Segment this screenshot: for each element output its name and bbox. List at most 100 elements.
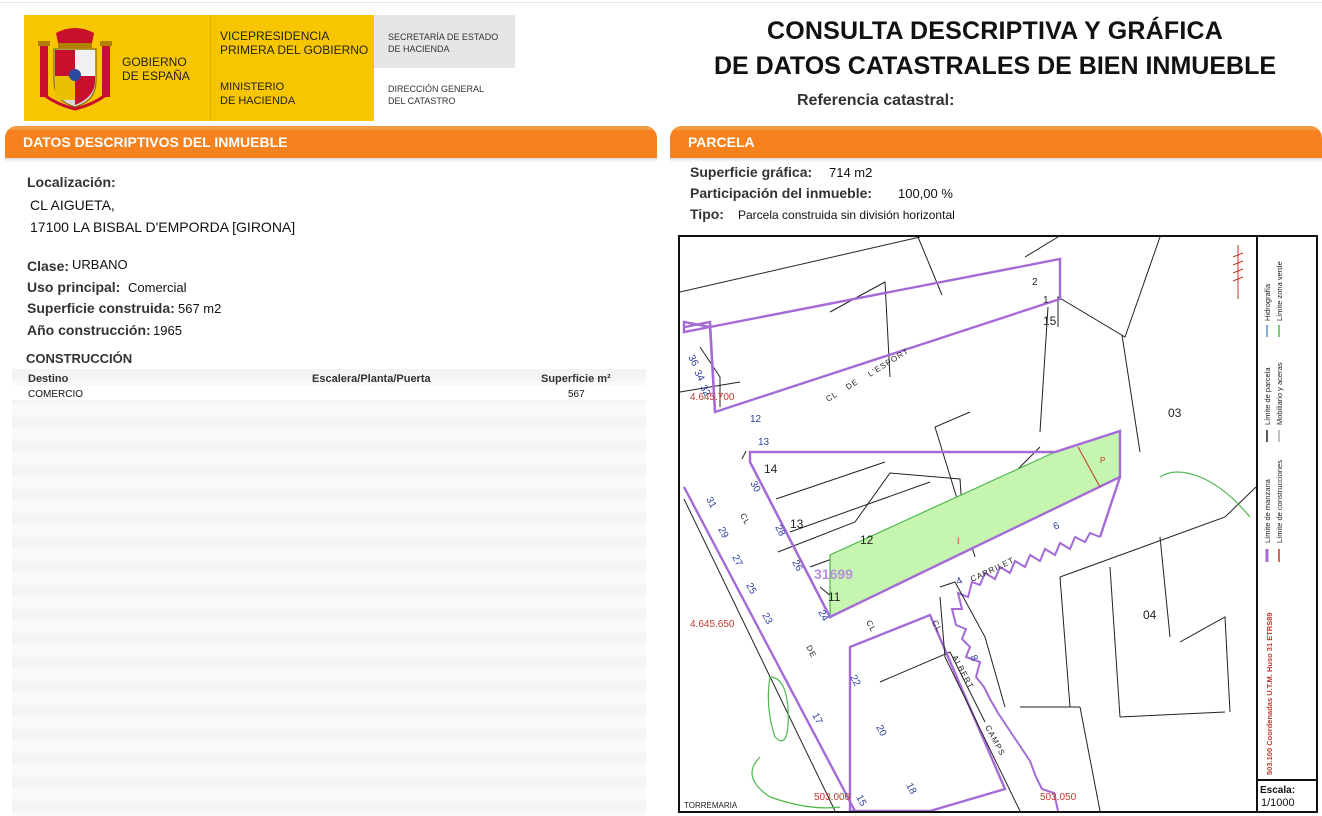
scale-value: 1/1000 [1261,797,1295,809]
street-number-29: 29 [715,525,730,540]
ministerio-text: MINISTERIO DE HACIENDA [220,81,296,107]
legend-limite-parcela: Límite de parcela [1263,367,1272,425]
street-name-cl-west: CL [738,512,752,527]
street-number-20: 20 [873,723,888,738]
map-label-04: 04 [1143,608,1157,622]
street-name-de-west: DE [804,644,818,660]
map-label-12: 12 [860,533,874,547]
map-label-03: 03 [1168,406,1182,420]
parcela-header: PARCELA [670,126,1322,158]
parcela-title: PARCELA [688,134,755,150]
street-name-cl-south: CL [864,619,878,634]
anio-construccion-value: 1965 [153,323,182,338]
participacion-value: 100,00 % [898,186,953,201]
legend-limite-zona-verde: Límite zona verde [1275,261,1284,321]
uso-label: Uso principal: [27,279,121,295]
map-coord-east-left: 503.000 [814,792,851,803]
page-title-line2: DE DATOS CATASTRALES DE BIEN INMUEBLE [713,52,1277,80]
map-label-14: 14 [764,462,778,476]
map-label-2: 2 [1032,277,1038,288]
superficie-grafica-label: Superficie gráfica: [690,164,813,180]
superficie-construida-value: 567 m2 [178,301,222,316]
construccion-table: Destino Escalera/Planta/Puerta Superfici… [12,369,646,816]
map-label-1: 1 [1043,295,1049,306]
street-number-26: 26 [789,558,804,573]
government-banner: GOBIERNO DE ESPAÑA VICEPRESIDENCIA PRIME… [24,15,374,121]
localizacion-label: Localización: [27,174,116,190]
clase-value: URBANO [72,257,128,272]
street-number-18: 18 [903,781,918,796]
legend-limite-manzana: Límite de manzana [1263,478,1272,543]
page-title-line1: CONSULTA DESCRIPTIVA Y GRÁFICA [766,17,1224,45]
anio-construccion-label: Año construcción: [27,322,151,338]
scale-label: Escala: [1260,785,1296,796]
cadastral-map-drawing: P I 15 03 04 14 13 12 11 2 1 31699 4.645… [680,237,1256,811]
coat-of-arms-icon [38,28,112,111]
street-number-12: 12 [750,414,762,425]
street-number-31: 31 [703,495,718,510]
street-name-cl: CL [824,390,839,404]
column-header-escalera: Escalera/Planta/Puerta [312,373,431,385]
table-row [12,386,646,400]
descriptivos-header-shadow [5,158,657,162]
street-number-13: 13 [758,437,770,448]
street-number-28: 28 [772,523,787,538]
street-number-4: 4 [955,575,965,588]
scale-divider [1256,779,1316,781]
map-label-11: 11 [828,590,841,604]
tipo-label: Tipo: [690,206,724,222]
legend-coords-note: 503.100 Coordenadas U.T.M. Huso 31 ETRS8… [1265,612,1274,775]
map-mark-p: P [1100,456,1105,465]
street-name-camps: CAMPS [983,724,1007,758]
participacion-label: Participación del inmueble: [690,185,873,201]
street-number-36: 36 [685,353,700,368]
referencia-catastral-label: Referencia catastral: [797,92,955,109]
construccion-title: CONSTRUCCIÓN [26,351,133,366]
secretaria-text: SECRETARÍA DE ESTADO DE HACIENDA [388,32,499,54]
descriptivos-title: DATOS DESCRIPTIVOS DEL INMUEBLE [23,134,288,150]
parcela-header-shadow [670,158,1322,162]
table-cell-superficie: 567 [568,389,585,400]
superficie-construida-label: Superficie construida: [27,300,175,316]
street-number-25: 25 [743,581,758,596]
column-header-superficie: Superficie m² [541,373,611,385]
address-line2: 17100 LA BISBAL D'EMPORDA [GIRONA] [30,219,296,235]
street-number-24: 24 [815,608,830,623]
map-legend: Límite de manzana Límite de parcela Lími… [1263,261,1284,775]
vicepresidencia-text: VICEPRESIDENCIA PRIMERA DEL GOBIERNO [220,29,369,57]
direccion-catastro-text: DIRECCIÓN GENERAL DEL CATASTRO [388,84,485,106]
map-coord-east-right: 503.050 [1040,792,1077,803]
map-coord-north-bottom: 4.645.650 [690,619,735,630]
street-number-23: 23 [759,611,774,626]
banner-divider [210,15,211,121]
superficie-grafica-value: 714 m2 [829,165,873,180]
street-name-carrilet: CARRILET [969,556,1016,584]
legend-mobiliario-aceras: Mobiliario y aceras [1275,362,1284,425]
map-label-15: 15 [1043,314,1057,328]
map-place-torremaria: TORREMARIA [684,801,738,810]
street-number-27: 27 [729,553,744,568]
cadastral-map[interactable]: P I 15 03 04 14 13 12 11 2 1 31699 4.645… [678,235,1318,813]
uso-value: Comercial [128,280,187,295]
top-divider [0,2,1322,3]
legend-hidrografia: Hidrografía [1263,283,1272,321]
column-header-destino: Destino [28,373,69,385]
gobierno-espana-text: GOBIERNO DE ESPAÑA [122,55,190,83]
map-parcel-code: 31699 [814,566,853,582]
north-arrow-icon [1232,245,1244,299]
map-mark-i: I [957,536,960,546]
street-name-de: DE [844,377,860,392]
map-coord-north-top: 4.645.700 [690,392,735,403]
street-number-15: 15 [853,793,868,808]
secretaria-box: SECRETARÍA DE ESTADO DE HACIENDA [374,15,515,68]
descriptivos-header: DATOS DESCRIPTIVOS DEL INMUEBLE [5,126,657,158]
map-label-13: 13 [790,517,804,531]
legend-limite-construcciones: Límite de construcciones [1275,460,1284,543]
table-cell-destino: COMERCIO [28,389,83,400]
street-number-17: 17 [809,711,824,726]
address-line1: CL AIGUETA, [30,197,115,213]
street-number-6: 6 [1052,520,1062,533]
tipo-value: Parcela construida sin división horizont… [738,208,955,222]
street-number-34: 34 [691,368,706,383]
clase-label: Clase: [27,258,70,274]
